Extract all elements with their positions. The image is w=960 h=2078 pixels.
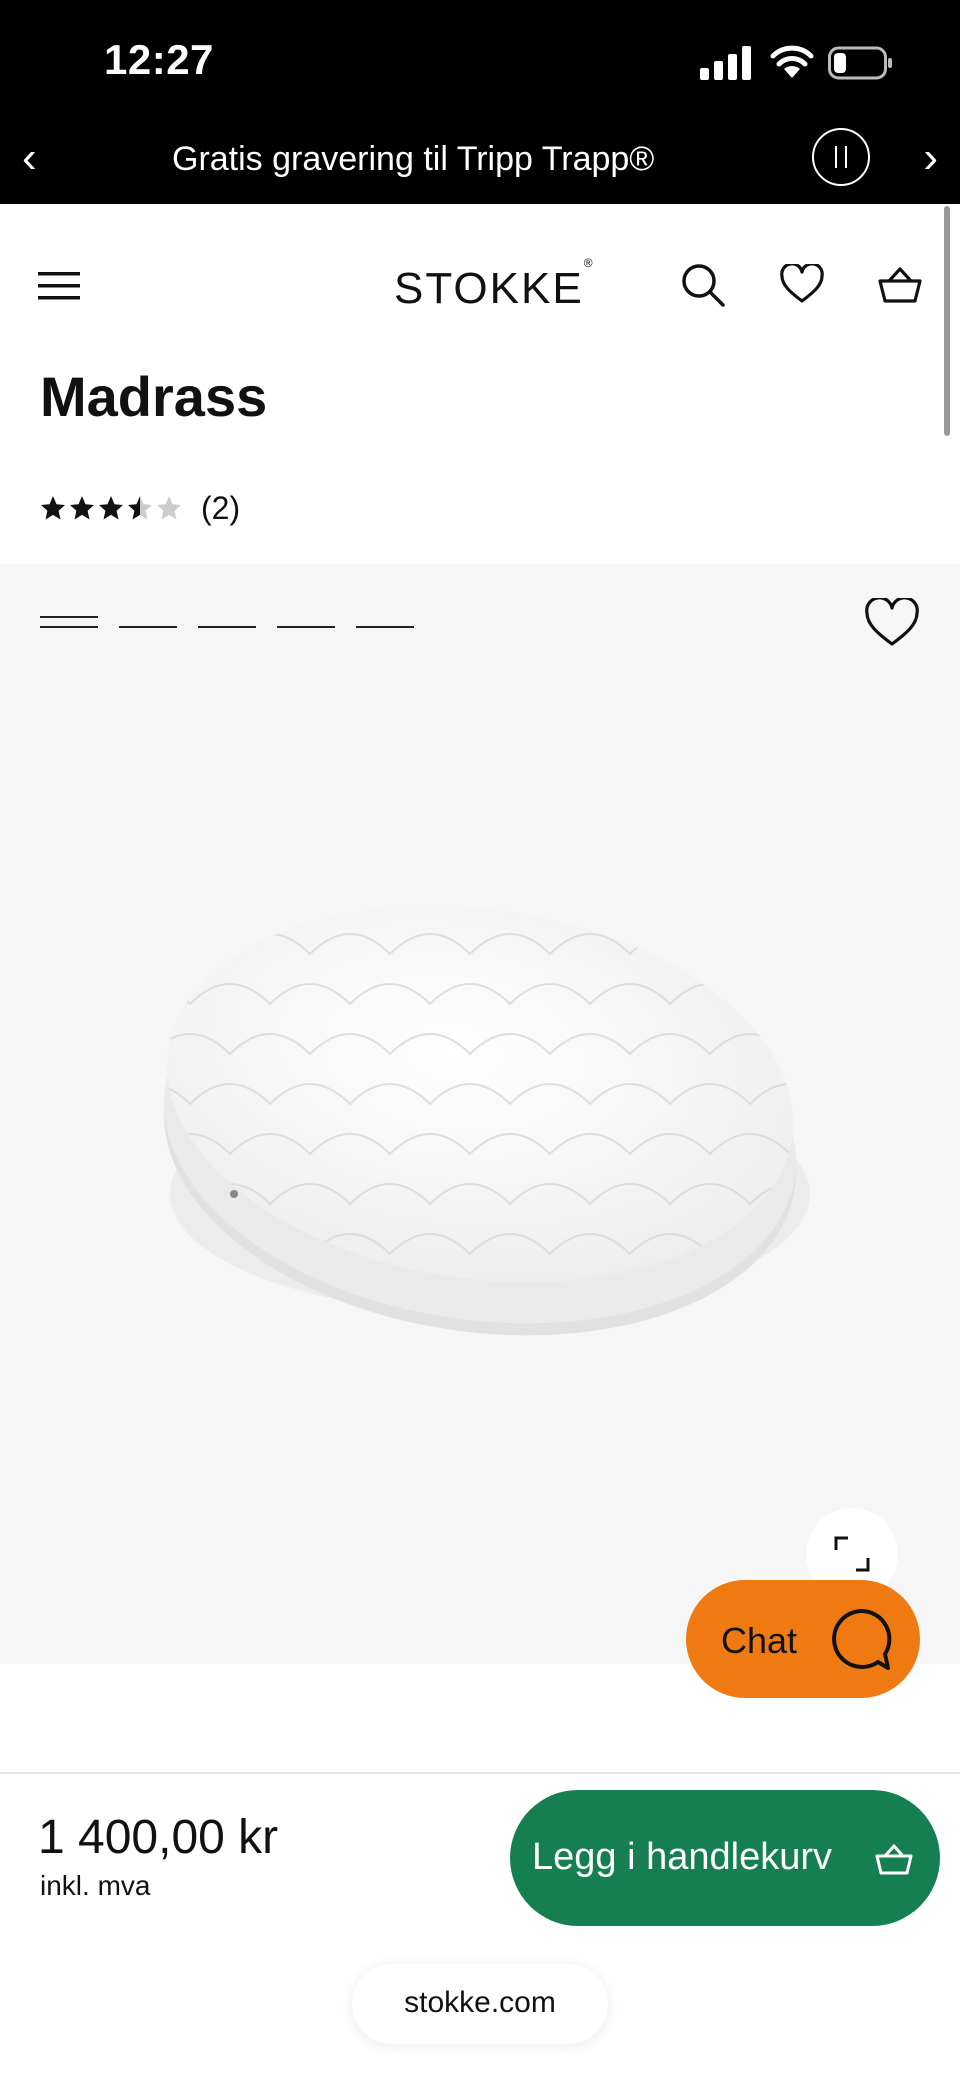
product-image-mattress: [150, 905, 810, 1336]
promo-next-button[interactable]: ›: [923, 136, 938, 180]
basket-icon[interactable]: [876, 264, 924, 304]
chat-bubble-icon: [832, 1608, 892, 1670]
stokke-logo[interactable]: STOKKE®: [394, 256, 595, 314]
product-rating[interactable]: (2): [40, 488, 240, 528]
chat-label: Chat: [721, 1620, 798, 1661]
heart-icon[interactable]: [780, 264, 824, 304]
product-image-gallery[interactable]: [0, 564, 960, 1664]
search-icon[interactable]: [680, 262, 726, 308]
gallery-dot[interactable]: [119, 614, 177, 628]
expand-icon: [834, 1536, 870, 1572]
product-price: 1 400,00 kr: [38, 1811, 279, 1864]
signal-icon: [700, 46, 751, 80]
add-to-cart-button[interactable]: Legg i handlekurv: [510, 1790, 940, 1926]
star-filled-icon: [70, 496, 94, 520]
gallery-dot[interactable]: [277, 614, 335, 628]
vat-note: inkl. mva: [40, 1870, 151, 1901]
star-empty-icon: [157, 496, 181, 520]
star-half-icon: [128, 496, 152, 520]
rating-count[interactable]: (2): [201, 490, 240, 527]
status-bar: 12:27: [0, 0, 960, 130]
basket-icon: [875, 1844, 913, 1875]
status-time: 12:27: [104, 36, 214, 83]
menu-icon[interactable]: [38, 270, 80, 302]
promo-prev-button[interactable]: ‹: [22, 136, 37, 180]
gallery-pagination: [40, 614, 435, 628]
gallery-dot[interactable]: [356, 614, 414, 628]
gallery-dot[interactable]: [198, 614, 256, 628]
promo-text[interactable]: Gratis gravering til Tripp Trapp®: [172, 140, 654, 179]
logo-registered-mark: ®: [583, 256, 595, 271]
wishlist-heart-icon[interactable]: [864, 598, 920, 648]
logo-text: STOKKE: [394, 264, 584, 313]
promo-pause-button[interactable]: [812, 128, 870, 186]
browser-url-bar[interactable]: stokke.com: [352, 1964, 608, 2044]
star-filled-icon: [41, 496, 65, 520]
wifi-icon: [770, 45, 814, 78]
star-filled-icon: [99, 496, 123, 520]
battery-icon: [828, 46, 892, 80]
add-to-cart-label: Legg i handlekurv: [532, 1836, 832, 1878]
chat-button[interactable]: Chat: [686, 1580, 920, 1698]
url-text: stokke.com: [404, 1986, 556, 2019]
site-header: STOKKE®: [0, 204, 960, 370]
gallery-dot[interactable]: [40, 614, 98, 628]
purchase-bar: 1 400,00 kr inkl. mva Legg i handlekurv …: [0, 1772, 960, 2078]
page-scrollbar[interactable]: [944, 206, 950, 436]
product-title: Madrass: [40, 365, 268, 428]
